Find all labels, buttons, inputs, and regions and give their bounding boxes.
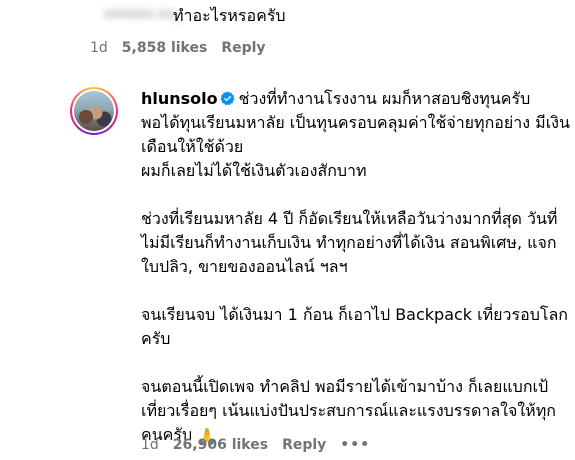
top-comment-likes[interactable]: 5,858 likes <box>122 40 208 56</box>
avatar-photo <box>74 91 114 131</box>
reply-paragraph-3: ช่วงที่เรียนมหาลัย 4 ปี ก็อัดเรียนให้เหล… <box>141 209 558 276</box>
reply-paragraph-4: จนเรียนจบ ได้เงินมา 1 ก้อน ก็เอาไป Backp… <box>141 305 568 348</box>
reply-comment: hlunsolo ช่วงที่ทำงานโรงงาน ผมก็หาสอบชิงท… <box>141 87 571 449</box>
top-comment-reply-button[interactable]: Reply <box>221 40 265 56</box>
avatar[interactable] <box>70 87 118 135</box>
reply-comment-likes[interactable]: 26,906 likes <box>173 437 268 453</box>
top-comment-text: ทำอะไรหรอครับ <box>173 6 286 25</box>
more-options-icon[interactable]: ••• <box>340 437 370 453</box>
top-comment-meta: 1d 5,858 likes Reply <box>90 40 266 56</box>
reply-username[interactable]: hlunsolo <box>141 89 218 108</box>
reply-comment-meta: 1d 26,906 likes Reply ••• <box>141 437 370 453</box>
top-comment-time: 1d <box>90 40 108 56</box>
reply-paragraph-2: ผมก็เลยไม่ได้ใช้เงินตัวเองสักบาท <box>141 161 367 180</box>
top-comment-username[interactable]: xxxxxx.xx_ <box>104 6 182 22</box>
verified-badge-icon <box>220 91 235 106</box>
reply-comment-reply-button[interactable]: Reply <box>282 437 326 453</box>
avatar-ring <box>72 89 116 133</box>
reply-paragraph-1: hlunsolo ช่วงที่ทำงานโรงงาน ผมก็หาสอบชิงท… <box>141 87 571 159</box>
reply-comment-time: 1d <box>141 437 159 453</box>
